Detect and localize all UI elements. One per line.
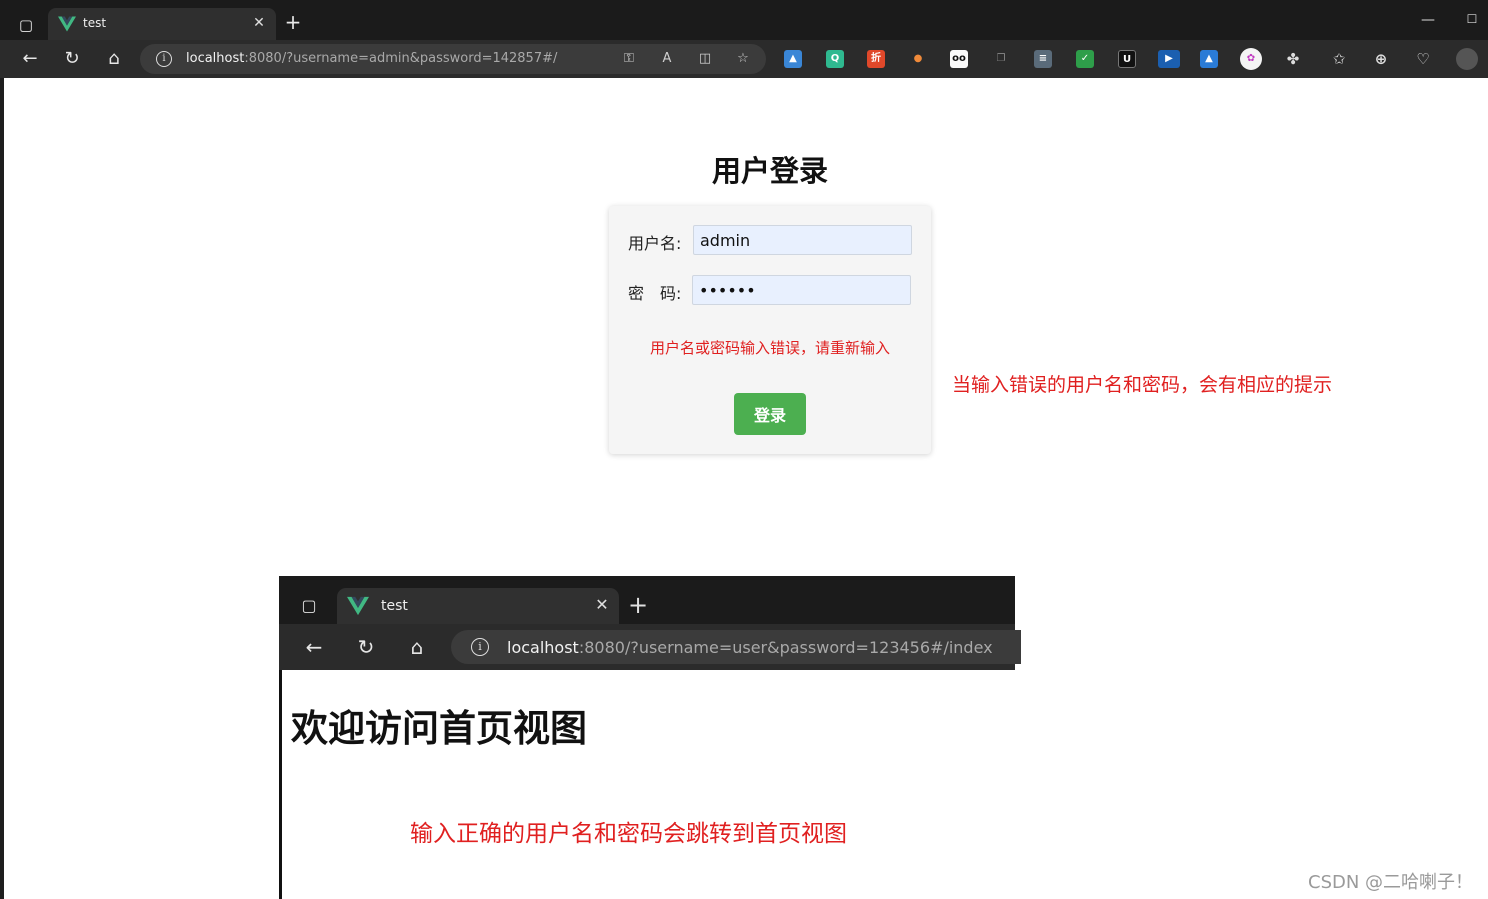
tab-bar-2: ▢ test ✕ + <box>279 576 1015 624</box>
vue-logo-icon <box>347 596 369 616</box>
close-tab-icon[interactable]: ✕ <box>250 14 268 32</box>
goggles-ext-icon[interactable]: oo <box>950 50 968 68</box>
capsule-ext-icon[interactable]: ● <box>909 50 927 68</box>
puzzle-icon[interactable]: ✤ <box>1284 50 1302 68</box>
ue-ext-icon[interactable]: U <box>1118 50 1136 68</box>
browser-chrome-2: ▢ test ✕ + ← ↻ ⌂ i localhost:8080/?usern… <box>279 576 1021 670</box>
home-icon[interactable]: ⌂ <box>404 635 430 659</box>
vue-logo-icon <box>58 16 76 32</box>
site-info-icon[interactable]: i <box>156 51 172 67</box>
close-tab-icon[interactable]: ✕ <box>593 596 611 614</box>
image-ext-icon[interactable]: ▲ <box>784 50 802 68</box>
tab-actions-icon[interactable]: ▢ <box>14 13 38 37</box>
browser-chrome: ▢ test ✕ + — ☐ ← ↻ ⌂ i localhost:8080/?u… <box>0 0 1488 78</box>
address-bar-2[interactable]: i localhost:8080/?username=user&password… <box>451 630 1021 664</box>
reload-icon[interactable]: ↻ <box>353 635 379 659</box>
password-field[interactable] <box>692 275 911 305</box>
profile-avatar[interactable] <box>1456 48 1478 70</box>
success-annotation: 输入正确的用户名和密码会跳转到首页视图 <box>410 821 847 847</box>
home-icon[interactable]: ⌂ <box>102 48 126 70</box>
back-icon[interactable]: ← <box>301 635 327 659</box>
brain-ext-icon[interactable]: ✿ <box>1240 48 1262 70</box>
speed-ext-icon[interactable]: ▶ <box>1158 50 1180 68</box>
reader-ext-icon[interactable]: ≡ <box>1034 50 1052 68</box>
site-info-icon[interactable]: i <box>471 638 489 656</box>
csdn-watermark: CSDN @二哈喇子！ <box>1308 872 1474 893</box>
maximize-icon[interactable]: ☐ <box>1462 12 1482 32</box>
address-bar[interactable]: i localhost:8080/?username=admin&passwor… <box>140 44 766 74</box>
tab-test-2[interactable]: test ✕ <box>337 588 619 624</box>
login-error-message: 用户名或密码输入错误，请重新输入 <box>649 339 890 357</box>
left-window-edge <box>0 78 4 899</box>
url-text-2[interactable]: localhost:8080/?username=user&password=1… <box>507 638 993 657</box>
split-screen-icon[interactable]: ◫ <box>696 50 714 68</box>
read-aloud-icon[interactable]: A <box>658 50 676 68</box>
reload-icon[interactable]: ↻ <box>60 48 84 70</box>
welcome-heading: 欢迎访问首页视图 <box>291 707 587 750</box>
login-form: 用户名: 密 码: 用户名或密码输入错误，请重新输入 登录 <box>609 206 931 454</box>
shield-ext-icon[interactable]: ✓ <box>1076 50 1094 68</box>
new-tab-icon[interactable]: + <box>627 593 649 617</box>
tab-bar: ▢ test ✕ + — ☐ <box>0 0 1488 40</box>
url-text[interactable]: localhost:8080/?username=admin&password=… <box>186 51 557 66</box>
browser-toolbar-2: ← ↻ ⌂ i localhost:8080/?username=user&pa… <box>279 624 1021 670</box>
tab-test[interactable]: test ✕ <box>48 8 276 40</box>
minimize-icon[interactable]: — <box>1418 12 1438 32</box>
success-screenshot: ▢ test ✕ + ← ↻ ⌂ i localhost:8080/?usern… <box>279 576 1021 899</box>
page-title: 用户登录 <box>711 154 828 188</box>
qr-ext-icon[interactable]: Q <box>826 50 844 68</box>
coupon-ext-icon[interactable]: 折 <box>867 50 885 68</box>
tab-title: test <box>381 598 408 614</box>
password-label: 密 码: <box>628 284 682 303</box>
browser-toolbar: ← ↻ ⌂ i localhost:8080/?username=admin&p… <box>0 40 1488 78</box>
tab-actions-icon[interactable]: ▢ <box>299 596 319 616</box>
back-icon[interactable]: ← <box>18 48 42 70</box>
left-window-edge-2 <box>279 670 282 899</box>
username-label: 用户名: <box>628 234 682 253</box>
key-icon[interactable]: ⚿ <box>620 50 638 68</box>
collections-icon[interactable]: ⊕ <box>1372 50 1390 68</box>
boat-ext-icon[interactable]: ▲ <box>1200 50 1218 68</box>
login-button[interactable]: 登录 <box>734 393 806 435</box>
performance-icon[interactable]: ♡ <box>1414 50 1432 68</box>
favorite-star-icon[interactable]: ☆ <box>734 50 752 68</box>
new-tab-icon[interactable]: + <box>282 12 304 34</box>
tab-title: test <box>83 16 107 30</box>
username-field[interactable] <box>693 225 912 255</box>
error-annotation: 当输入错误的用户名和密码，会有相应的提示 <box>952 374 1333 396</box>
copy-ext-icon[interactable]: ❐ <box>992 50 1010 68</box>
favorites-icon[interactable]: ✩ <box>1330 50 1348 68</box>
